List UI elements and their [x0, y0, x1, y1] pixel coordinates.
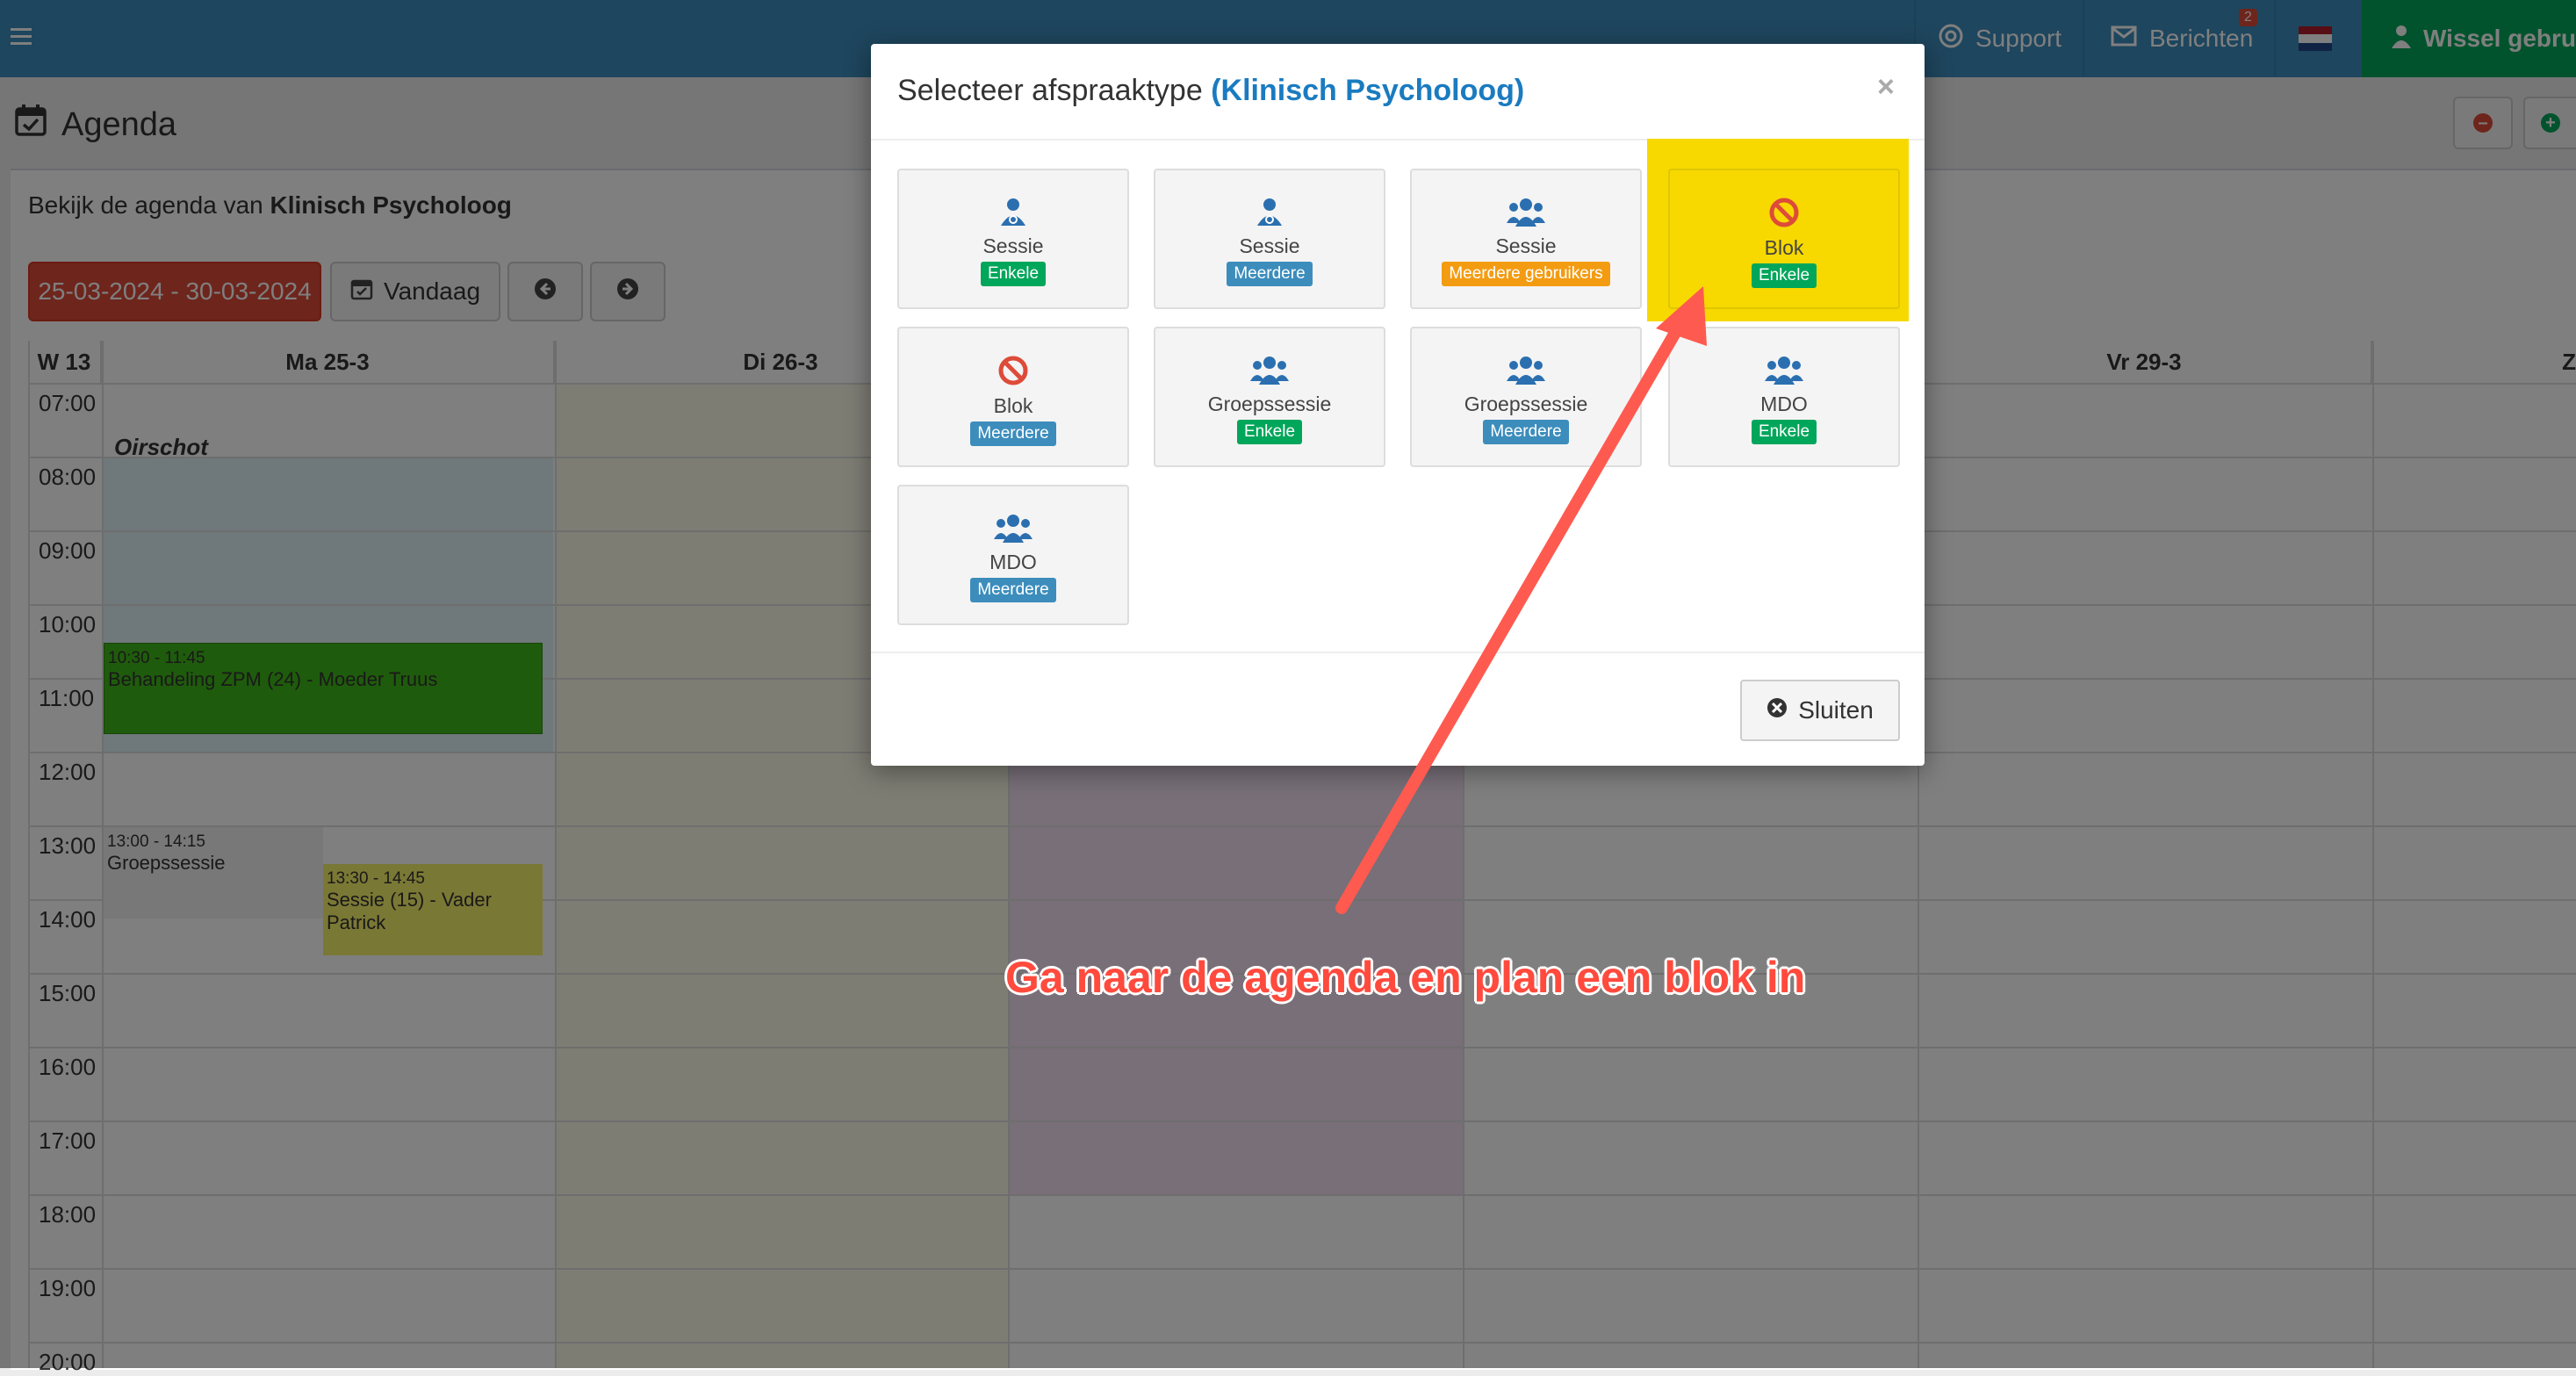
annotation-arrow: [1335, 286, 1707, 914]
annotation-callout: Ga naar de agenda en plan een blok in: [1005, 953, 1806, 1002]
